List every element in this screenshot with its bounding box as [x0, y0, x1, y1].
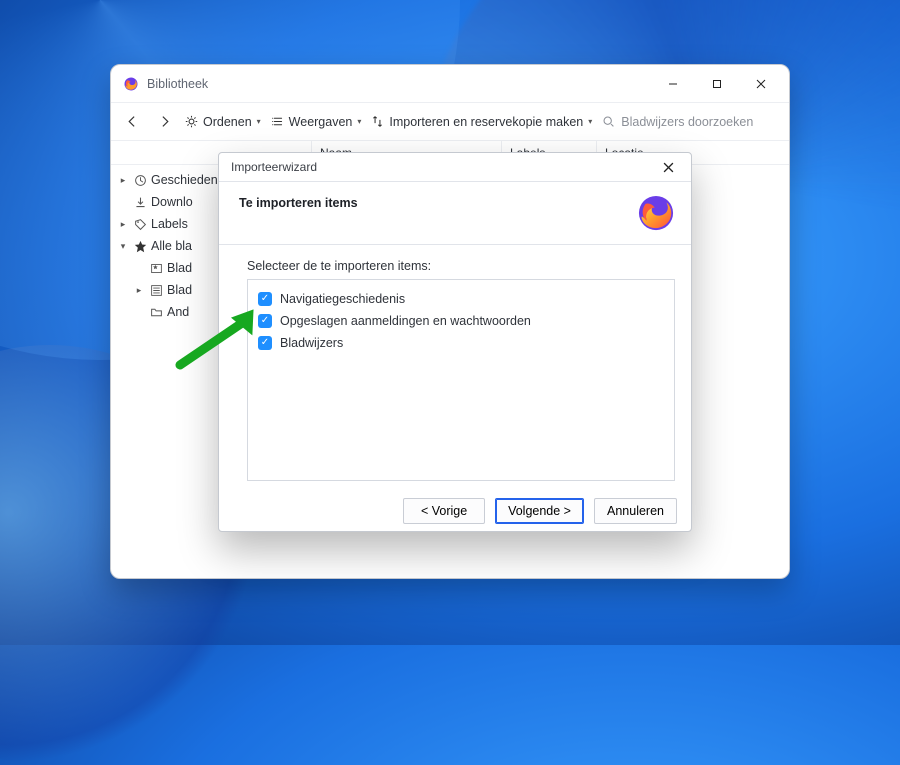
chevron-down-icon: ▾ [257, 117, 261, 126]
titlebar: Bibliotheek [111, 65, 789, 103]
import-item-label: Opgeslagen aanmeldingen en wachtwoorden [280, 314, 531, 328]
chevron-down-icon: ▾ [357, 117, 361, 126]
checkbox-checked-icon[interactable]: ✓ [258, 292, 272, 306]
import-item-bookmarks[interactable]: ✓ Bladwijzers [258, 332, 664, 354]
nav-forward-button[interactable] [153, 111, 175, 133]
organize-menu[interactable]: Ordenen ▾ [185, 115, 261, 129]
tree-label: Blad [167, 261, 192, 275]
checkbox-checked-icon[interactable]: ✓ [258, 336, 272, 350]
tag-icon [133, 218, 147, 231]
download-icon [133, 196, 147, 209]
back-button[interactable]: < Vorige [403, 498, 485, 524]
dialog-buttons: < Vorige Volgende > Annuleren [219, 491, 691, 531]
search-placeholder: Bladwijzers doorzoeken [621, 115, 753, 129]
chevron-right-icon: ▸ [117, 175, 129, 186]
tree-label: Geschiedenis [151, 173, 227, 187]
dialog-prompt: Selecteer de te importeren items: [247, 259, 675, 273]
chevron-down-icon: ▾ [588, 117, 592, 126]
import-export-icon [371, 115, 384, 128]
chevron-right-icon: ▸ [133, 285, 145, 296]
import-menu[interactable]: Importeren en reservekopie maken ▾ [371, 115, 592, 129]
dialog-body: Selecteer de te importeren items: ✓ Navi… [219, 245, 691, 491]
tree-label: Downlo [151, 195, 193, 209]
star-icon [133, 240, 147, 253]
toolbar-label: Ordenen [203, 115, 252, 129]
checkbox-checked-icon[interactable]: ✓ [258, 314, 272, 328]
chevron-down-icon: ▾ [117, 241, 129, 252]
next-button[interactable]: Volgende > [495, 498, 584, 524]
dialog-close-button[interactable] [651, 153, 685, 181]
tree-label: Labels [151, 217, 188, 231]
import-item-history[interactable]: ✓ Navigatiegeschiedenis [258, 288, 664, 310]
firefox-icon [123, 76, 139, 92]
import-item-logins[interactable]: ✓ Opgeslagen aanmeldingen en wachtwoorde… [258, 310, 664, 332]
search-icon [602, 115, 615, 128]
tree-label: Alle bla [151, 239, 192, 253]
list-icon [271, 115, 284, 128]
dialog-title: Importeerwizard [231, 160, 317, 174]
import-items-list: ✓ Navigatiegeschiedenis ✓ Opgeslagen aan… [247, 279, 675, 481]
window-title: Bibliotheek [147, 77, 651, 91]
clock-icon [133, 174, 147, 187]
gear-icon [185, 115, 198, 128]
cancel-button[interactable]: Annuleren [594, 498, 677, 524]
minimize-button[interactable] [651, 69, 695, 99]
dialog-header: Te importeren items [219, 182, 691, 245]
close-button[interactable] [739, 69, 783, 99]
search-input[interactable]: Bladwijzers doorzoeken [602, 115, 779, 129]
import-item-label: Bladwijzers [280, 336, 343, 350]
tree-label: Blad [167, 283, 192, 297]
chevron-right-icon: ▸ [117, 219, 129, 230]
import-wizard-dialog: Importeerwizard Te importeren items Sele… [218, 152, 692, 532]
toolbar-label: Importeren en reservekopie maken [389, 115, 583, 129]
bookmark-menu-icon [149, 284, 163, 297]
views-menu[interactable]: Weergaven ▾ [271, 115, 362, 129]
tree-label: And [167, 305, 189, 319]
toolbar-label: Weergaven [289, 115, 353, 129]
firefox-logo-icon [635, 192, 677, 234]
import-item-label: Navigatiegeschiedenis [280, 292, 405, 306]
maximize-button[interactable] [695, 69, 739, 99]
dialog-heading: Te importeren items [239, 196, 358, 210]
folder-icon [149, 306, 163, 319]
toolbar: Ordenen ▾ Weergaven ▾ Importeren en rese… [111, 103, 789, 141]
nav-back-button[interactable] [121, 111, 143, 133]
dialog-titlebar: Importeerwizard [219, 153, 691, 182]
bookmark-toolbar-icon [149, 262, 163, 275]
